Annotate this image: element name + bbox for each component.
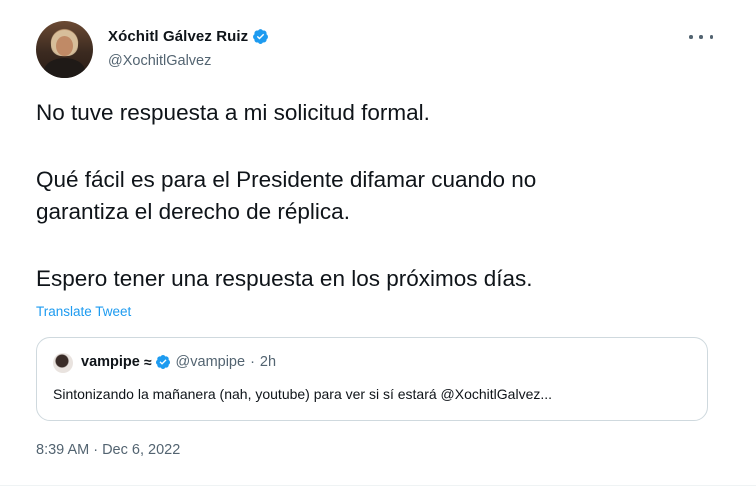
translate-tweet-link[interactable]: Translate Tweet xyxy=(36,304,131,319)
author-name-row: Xóchitl Gálvez Ruiz xyxy=(108,28,269,45)
avatar-face xyxy=(56,36,73,56)
tweet-paragraph-2-line-1: Qué fácil es para el Presidente difamar … xyxy=(36,167,537,192)
tweet-card: Xóchitl Gálvez Ruiz @XochitlGalvez No tu… xyxy=(0,0,756,504)
quoted-display-name: vampipe xyxy=(81,354,140,370)
author-handle[interactable]: @XochitlGalvez xyxy=(108,53,211,69)
quoted-tweet-card[interactable]: vampipe ≈ @vampipe · 2h Sintonizando la … xyxy=(36,337,708,421)
quoted-separator: · xyxy=(250,354,255,370)
tweet-paragraph-2-line-2: garantiza el derecho de réplica. xyxy=(36,199,350,224)
quoted-author-row: vampipe ≈ @vampipe · 2h xyxy=(81,354,276,370)
quoted-time: 2h xyxy=(259,354,277,370)
more-dot xyxy=(699,35,703,39)
quoted-handle: @vampipe xyxy=(175,354,246,370)
divider xyxy=(0,485,756,486)
verified-badge-icon xyxy=(253,29,269,44)
more-dot xyxy=(689,35,693,39)
quoted-name-suffix: ≈ xyxy=(143,354,152,370)
quoted-tweet-text: Sintonizando la mañanera (nah, youtube) … xyxy=(53,386,553,402)
avatar-body xyxy=(44,58,85,78)
quoted-author-avatar xyxy=(53,353,73,373)
author-avatar[interactable] xyxy=(36,21,93,78)
tweet-timestamp[interactable]: 8:39 AM · Dec 6, 2022 xyxy=(36,442,180,458)
more-options-icon[interactable] xyxy=(689,27,713,47)
tweet-paragraph-1: No tuve respuesta a mi solicitud formal. xyxy=(36,100,430,125)
tweet-paragraph-3: Espero tener una respuesta en los próxim… xyxy=(36,266,533,291)
verified-badge-icon xyxy=(155,355,170,369)
author-display-name[interactable]: Xóchitl Gálvez Ruiz xyxy=(108,28,248,45)
more-dot xyxy=(709,35,713,39)
